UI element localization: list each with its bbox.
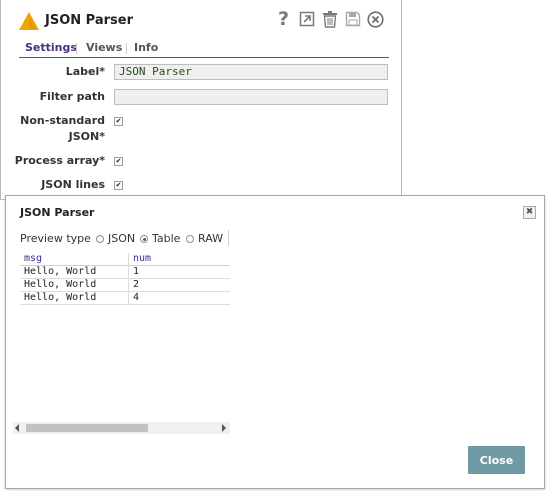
process-array-label: Process array*: [14, 154, 105, 167]
radio-raw[interactable]: [186, 235, 194, 243]
filter-path-input[interactable]: [114, 89, 388, 105]
preview-type-label: Preview type: [20, 232, 91, 245]
tab-divider: [76, 43, 77, 54]
process-array-checkbox[interactable]: ✔: [114, 157, 123, 166]
preview-type-divider: [228, 230, 229, 246]
column-header-msg[interactable]: msg: [20, 253, 129, 266]
label-input[interactable]: [114, 64, 388, 80]
preview-table-container: msg num Hello, World 1 Hello, World 2 He…: [20, 253, 230, 305]
json-lines-checkbox[interactable]: ✔: [114, 181, 123, 190]
snap-triangle-icon: [19, 12, 39, 30]
radio-json[interactable]: [96, 235, 104, 243]
delete-icon[interactable]: [320, 9, 339, 29]
settings-toolbar: ?: [274, 9, 385, 29]
export-icon[interactable]: [297, 9, 316, 29]
non-standard-json-label-line2: JSON*: [68, 130, 105, 143]
settings-title: JSON Parser: [45, 13, 133, 28]
json-lines-label: JSON lines: [41, 178, 105, 191]
table-cell: Hello, World: [20, 291, 129, 305]
label-field-label: Label*: [65, 65, 105, 78]
tab-divider: [126, 43, 127, 54]
table-cell: Hello, World: [20, 278, 129, 292]
horizontal-scrollbar[interactable]: [13, 422, 230, 434]
radio-json-label[interactable]: JSON: [108, 232, 135, 245]
table-header-row: msg num: [20, 253, 230, 266]
tab-info[interactable]: Info: [134, 41, 158, 54]
radio-table-label[interactable]: Table: [152, 232, 180, 245]
tab-views[interactable]: Views: [86, 41, 122, 54]
non-standard-json-checkbox[interactable]: ✔: [114, 117, 123, 126]
scrollbar-thumb[interactable]: [26, 424, 148, 432]
settings-tabs: Settings Views Info: [19, 40, 389, 58]
table-row: Hello, World 1: [20, 265, 230, 279]
close-icon[interactable]: ✖: [523, 206, 536, 219]
close-circle-icon[interactable]: [366, 9, 385, 29]
table-cell: 1: [128, 265, 230, 279]
table-row: Hello, World 2: [20, 278, 230, 292]
help-icon[interactable]: ?: [274, 9, 293, 29]
table-cell: 2: [128, 278, 230, 292]
filter-path-label: Filter path: [39, 90, 105, 103]
preview-dialog: JSON Parser ✖ Preview type JSON Table RA…: [5, 195, 545, 489]
column-header-num[interactable]: num: [128, 253, 230, 266]
table-row: Hello, World 4: [20, 291, 230, 305]
settings-dialog: JSON Parser ? Settings Views Info Label*…: [0, 0, 402, 200]
radio-raw-label[interactable]: RAW: [198, 232, 223, 245]
scroll-right-icon[interactable]: [222, 424, 226, 432]
preview-title: JSON Parser: [20, 206, 95, 219]
radio-table[interactable]: [140, 235, 148, 243]
table-cell: Hello, World: [20, 265, 129, 279]
scroll-left-icon[interactable]: [15, 424, 19, 432]
close-button[interactable]: Close: [468, 446, 525, 474]
preview-table: msg num Hello, World 1 Hello, World 2 He…: [20, 253, 230, 305]
settings-header: JSON Parser ?: [1, 0, 401, 40]
save-icon[interactable]: [343, 9, 362, 29]
table-cell: 4: [128, 291, 230, 305]
non-standard-json-label-line1: Non-standard: [20, 114, 105, 127]
tab-settings[interactable]: Settings: [25, 41, 77, 54]
